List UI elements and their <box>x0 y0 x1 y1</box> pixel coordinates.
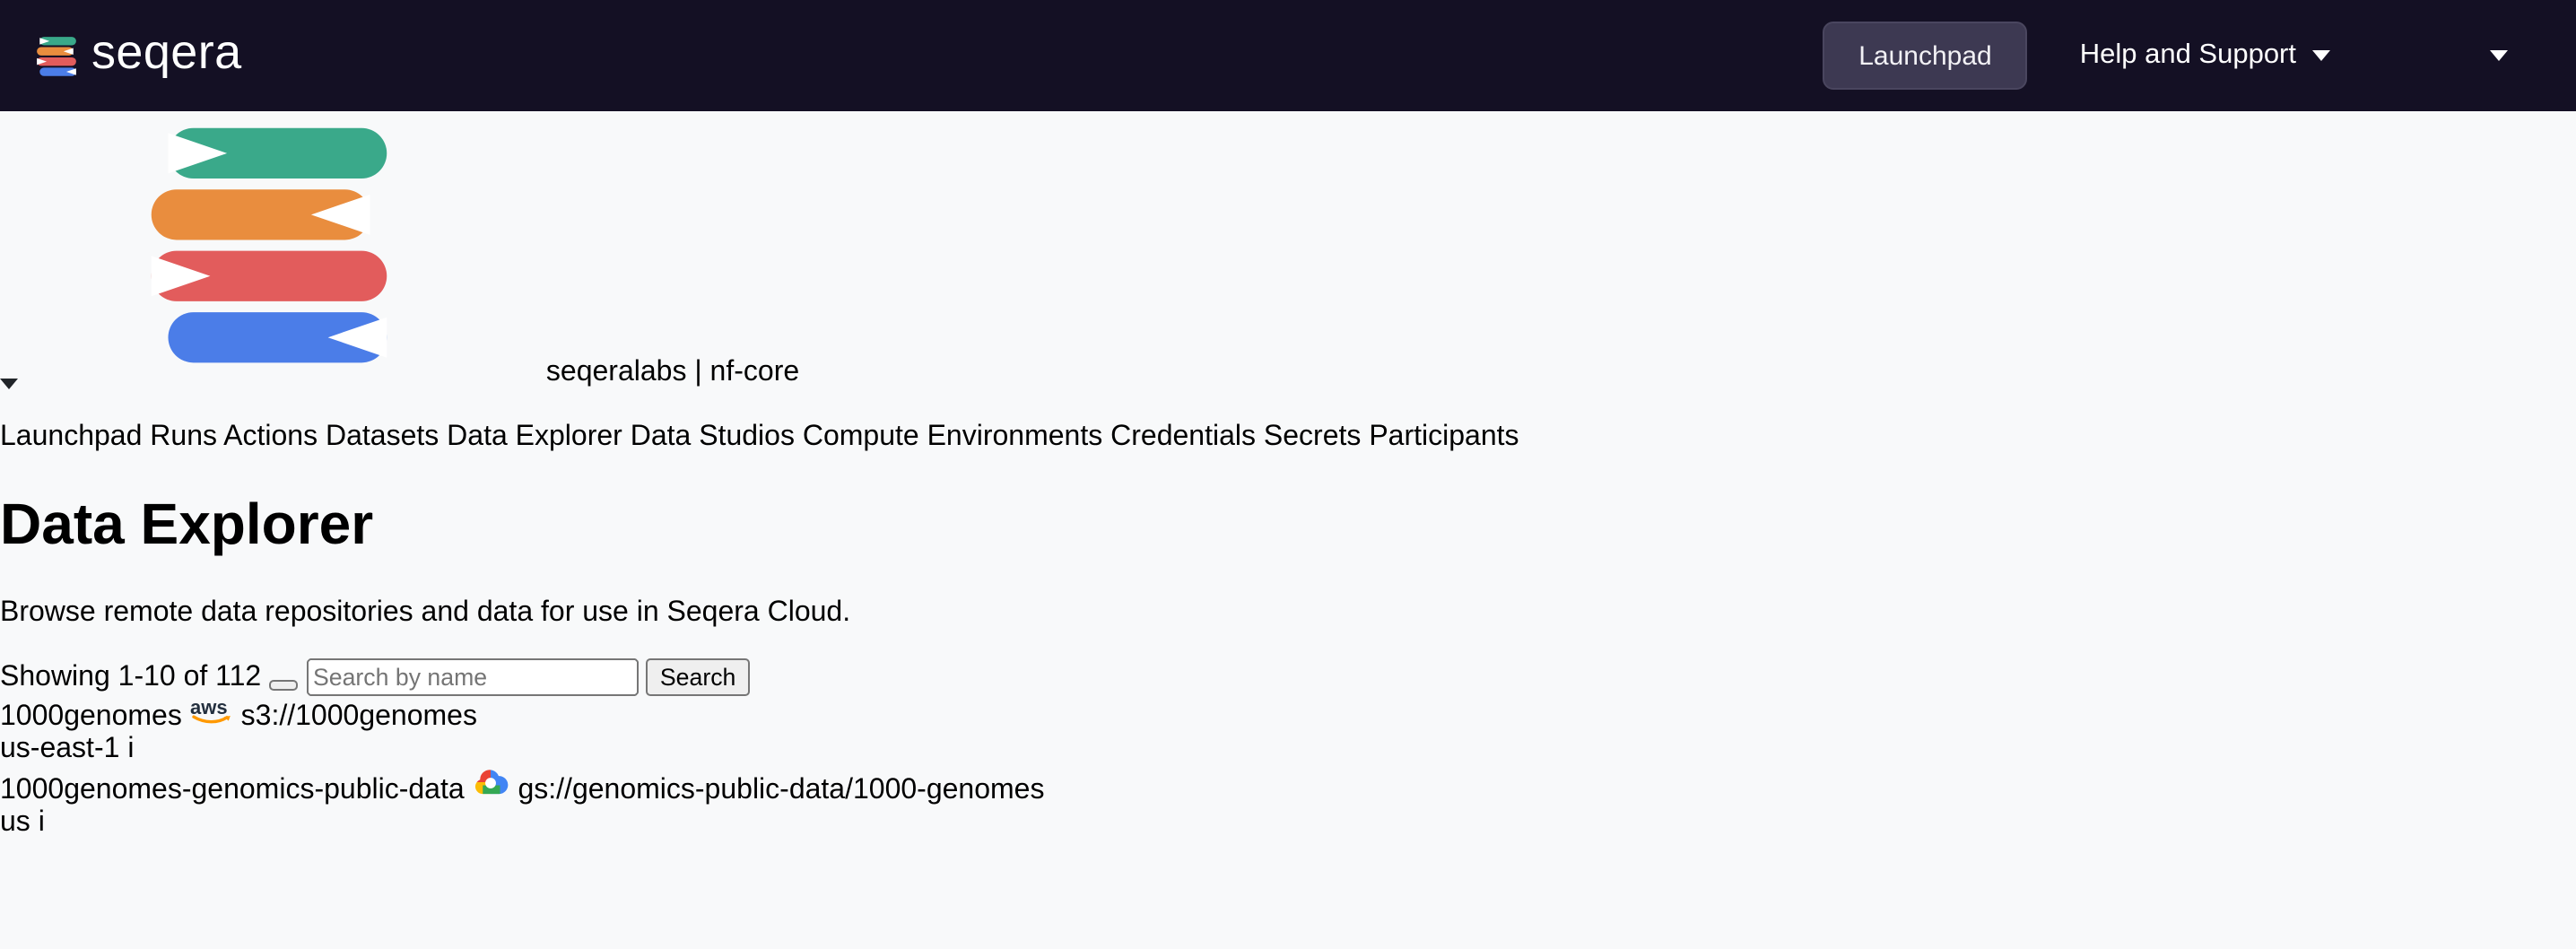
seqera-workspace-icon <box>0 111 538 380</box>
tab-data-studios[interactable]: Data Studios <box>631 422 795 452</box>
seqera-logo-icon <box>34 33 79 78</box>
help-and-support-label: Help and Support <box>2080 39 2296 72</box>
search-input[interactable] <box>306 658 638 696</box>
dataset-cell: 1000genomes s3://1000genomes <box>0 696 2576 734</box>
tab-actions[interactable]: Actions <box>223 422 318 452</box>
info-icon[interactable]: i <box>39 807 45 838</box>
workspace-header: seqeralabs | nf-core Launchpad Runs Acti… <box>0 111 2576 454</box>
navbar-right-group: Launchpad Help and Support <box>1823 22 2508 90</box>
workspace-tabs: Launchpad Runs Actions Datasets Data Exp… <box>0 422 2576 454</box>
top-navbar: seqera Launchpad Help and Support <box>0 0 2576 111</box>
dataset-cell: 1000genomes-genomics-public-data gs://ge… <box>0 766 2576 807</box>
workspace-selected-label: seqeralabs | nf-core <box>546 357 799 387</box>
tab-compute-environments[interactable]: Compute Environments <box>803 422 1102 452</box>
workspace-selected[interactable]: seqeralabs | nf-core <box>0 111 2576 389</box>
filter-button[interactable] <box>269 680 298 691</box>
brand-name: seqera <box>91 29 242 83</box>
dataset-uri-line: s3://1000genomes <box>190 701 477 732</box>
table-row[interactable]: 1000genomes-genomics-public-data gs://ge… <box>0 766 2576 840</box>
chevron-down-icon <box>2490 50 2508 61</box>
gcp-cloud-icon <box>473 766 510 798</box>
tab-secrets[interactable]: Secrets <box>1264 422 1362 452</box>
app-window: seqera Launchpad Help and Support seqera… <box>0 0 2576 949</box>
tab-datasets[interactable]: Datasets <box>326 422 439 452</box>
user-menu[interactable] <box>2418 26 2508 85</box>
aws-icon <box>190 696 233 725</box>
dataset-name[interactable]: 1000genomes-genomics-public-data <box>0 775 465 805</box>
table-row[interactable]: 1000genomes s3://1000genomes us-east-1 i <box>0 696 2576 766</box>
tab-data-explorer[interactable]: Data Explorer <box>447 422 622 452</box>
info-icon[interactable]: i <box>127 734 134 764</box>
avatar[interactable] <box>2418 26 2477 85</box>
dataset-uri: s3://1000genomes <box>241 701 477 732</box>
dataset-name[interactable]: 1000genomes <box>0 701 182 732</box>
region-label: us <box>0 807 30 838</box>
tab-launchpad[interactable]: Launchpad <box>0 422 142 452</box>
chevron-down-icon <box>2312 50 2330 61</box>
results-count: Showing 1-10 of 112 <box>0 662 261 692</box>
workspace-dropdown-toggle[interactable] <box>0 389 2576 422</box>
dataset-uri: gs://genomics-public-data/1000-genomes <box>518 775 1044 805</box>
launchpad-button[interactable]: Launchpad <box>1823 22 2028 90</box>
chevron-down-icon <box>0 379 18 420</box>
page-title: Data Explorer <box>0 492 2576 559</box>
tab-credentials[interactable]: Credentials <box>1110 422 1256 452</box>
workspace-selector[interactable]: seqeralabs | nf-core <box>0 111 2576 422</box>
data-explorer-page: Data Explorer Browse remote data reposit… <box>0 492 2576 840</box>
seqera-logo[interactable]: seqera <box>34 29 242 83</box>
panel-toolbar: Showing 1-10 of 112 Search <box>0 658 2576 696</box>
region-label: us-east-1 <box>0 734 119 764</box>
search-button[interactable]: Search <box>646 658 750 696</box>
tab-runs[interactable]: Runs <box>150 422 217 452</box>
tab-participants[interactable]: Participants <box>1369 422 1519 452</box>
data-explorer-panel: Showing 1-10 of 112 Search 1000genomes s… <box>0 658 2576 840</box>
help-and-support-menu[interactable]: Help and Support <box>2080 39 2330 72</box>
page-subtitle: Browse remote data repositories and data… <box>0 597 2576 630</box>
dataset-uri-line: gs://genomics-public-data/1000-genomes <box>473 775 1045 805</box>
